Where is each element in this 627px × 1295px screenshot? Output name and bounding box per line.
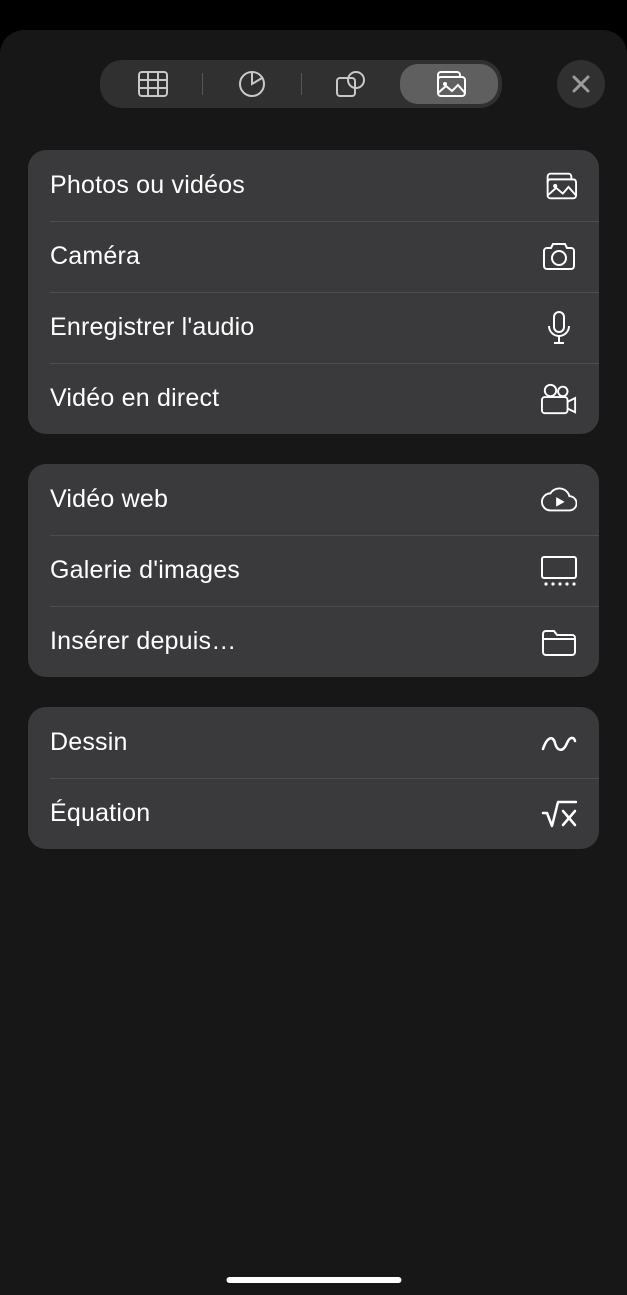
menu-group: Vidéo web Galerie d'images (28, 464, 599, 677)
photos-icon (541, 168, 577, 204)
menu-item-camera[interactable]: Caméra (28, 221, 599, 292)
menu-item-web-video[interactable]: Vidéo web (28, 464, 599, 535)
menu-item-equation[interactable]: Équation (28, 778, 599, 849)
camera-icon (541, 239, 577, 275)
close-button[interactable] (557, 60, 605, 108)
menu-item-label: Vidéo web (50, 485, 168, 514)
menu-item-label: Insérer depuis… (50, 627, 236, 656)
microphone-icon (541, 310, 577, 346)
gallery-icon (541, 553, 577, 589)
media-icon (432, 71, 466, 97)
toolbar (0, 50, 627, 118)
video-camera-icon (541, 381, 577, 417)
menu-item-label: Dessin (50, 728, 128, 757)
menu-item-label: Galerie d'images (50, 556, 240, 585)
menu-item-label: Photos ou vidéos (50, 171, 245, 200)
equation-icon (541, 796, 577, 832)
menu-item-label: Équation (50, 799, 150, 828)
menu-item-record-audio[interactable]: Enregistrer l'audio (28, 292, 599, 363)
close-icon (571, 74, 591, 94)
tab-media[interactable] (400, 64, 498, 104)
folder-icon (541, 624, 577, 660)
menu-group: Photos ou vidéos Caméra (28, 150, 599, 434)
cloud-play-icon (541, 482, 577, 518)
insert-sheet: Photos ou vidéos Caméra (0, 30, 627, 1295)
menu-content: Photos ou vidéos Caméra (0, 118, 627, 849)
menu-item-label: Enregistrer l'audio (50, 313, 255, 342)
tab-chart[interactable] (203, 64, 301, 104)
tab-shape[interactable] (302, 64, 400, 104)
segmented-control (100, 60, 502, 108)
menu-item-live-video[interactable]: Vidéo en direct (28, 363, 599, 434)
menu-item-insert-from[interactable]: Insérer depuis… (28, 606, 599, 677)
home-indicator[interactable] (226, 1277, 401, 1283)
shapes-icon (336, 71, 366, 97)
table-icon (138, 71, 168, 97)
menu-group: Dessin Équation (28, 707, 599, 849)
pie-chart-icon (238, 70, 266, 98)
scribble-icon (541, 725, 577, 761)
menu-item-label: Caméra (50, 242, 140, 271)
menu-item-image-gallery[interactable]: Galerie d'images (28, 535, 599, 606)
menu-item-photos-videos[interactable]: Photos ou vidéos (28, 150, 599, 221)
tab-table[interactable] (104, 64, 202, 104)
menu-item-label: Vidéo en direct (50, 384, 219, 413)
menu-item-drawing[interactable]: Dessin (28, 707, 599, 778)
